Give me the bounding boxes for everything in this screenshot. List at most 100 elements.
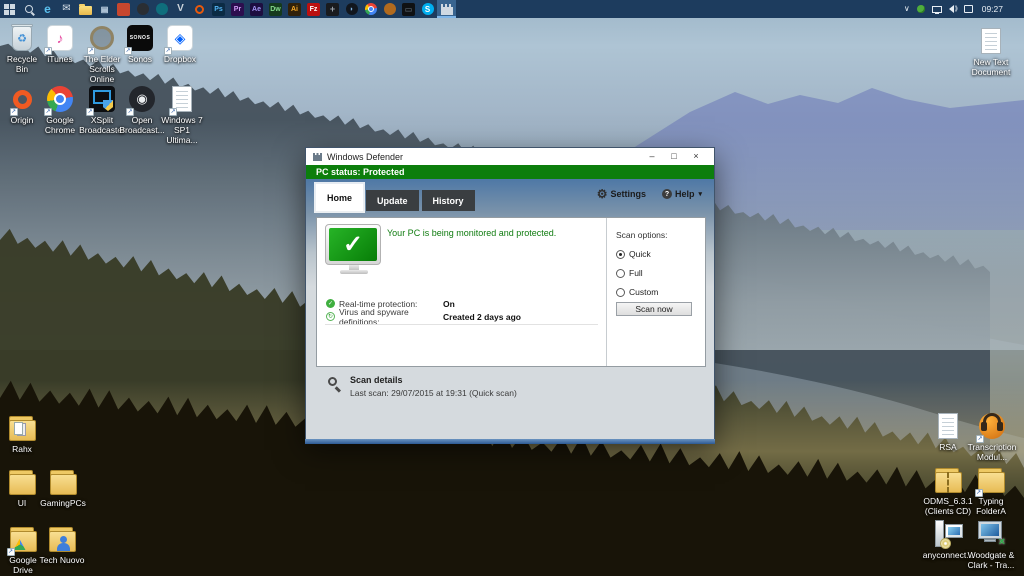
rahx-folder[interactable]: Rahx	[0, 413, 44, 455]
help-label: Help	[675, 189, 695, 199]
chevron-down-icon: ▾	[698, 190, 702, 198]
status-value: Created 2 days ago	[443, 312, 521, 322]
radio-label: Quick	[629, 249, 651, 259]
help-button[interactable]: ? Help ▾	[662, 189, 702, 199]
desktop: ♻Recycle Bin♪↗iTunes↗The Elder Scrolls O…	[0, 0, 1024, 576]
tray-expand-chevron-icon[interactable]: ∨	[904, 5, 910, 13]
desktop-icon-label: GamingPCs	[40, 499, 86, 509]
typing-foldera[interactable]: ↗Typing FolderA	[968, 465, 1014, 517]
windows-defender-taskbar-icon[interactable]	[437, 0, 456, 18]
shortcut-arrow-icon: ↗	[10, 108, 18, 116]
premiere-icon[interactable]: Pr	[228, 0, 247, 18]
radio-label: Custom	[629, 287, 658, 297]
amber-sphere-app-icon[interactable]	[380, 0, 399, 18]
radio-icon[interactable]	[616, 250, 625, 259]
file-explorer-icon[interactable]	[76, 0, 95, 18]
shortcut-arrow-icon: ↗	[86, 108, 94, 116]
shortcut-arrow-icon: ↗	[87, 47, 95, 55]
radio-icon[interactable]	[616, 269, 625, 278]
sync-circle-icon: ↻	[326, 312, 339, 321]
store-icon[interactable]: ▤	[95, 0, 114, 18]
network-icon[interactable]	[932, 6, 942, 13]
close-button[interactable]: ×	[685, 148, 707, 165]
maximize-button[interactable]: □	[663, 148, 685, 165]
windows7-sp1-shortcut[interactable]: ↗Windows 7 SP1 Ultima...	[158, 84, 206, 145]
volume-icon[interactable]: ))	[949, 5, 957, 13]
scan-now-button[interactable]: Scan now	[616, 302, 692, 316]
minimize-button[interactable]: –	[641, 148, 663, 165]
shortcut-arrow-icon: ↗	[126, 108, 134, 116]
photoshop-icon[interactable]: Ps	[209, 0, 228, 18]
dropbox-shortcut[interactable]: ◈↗Dropbox	[156, 23, 204, 65]
shortcut-arrow-icon: ↗	[44, 47, 52, 55]
tab-history[interactable]: History	[422, 190, 475, 211]
tab-update[interactable]: Update	[366, 190, 419, 211]
scan-options-group: Quick Full Custom	[616, 249, 696, 297]
mail-icon[interactable]: ✉	[57, 0, 76, 18]
rsa-document[interactable]: RSA	[924, 411, 972, 453]
search-icon[interactable]	[19, 0, 38, 18]
orange-ring-app-icon[interactable]	[190, 0, 209, 18]
crescent-app-icon[interactable]: ◗	[342, 0, 361, 18]
screen: ♻Recycle Bin♪↗iTunes↗The Elder Scrolls O…	[0, 0, 1024, 576]
desktop-icon-label: Sonos	[128, 55, 152, 65]
woodgate-clark-shortcut[interactable]: ×Woodgate & Clark - Tra...	[964, 519, 1018, 571]
new-text-document[interactable]: New Text Document	[966, 26, 1016, 78]
chrome-icon[interactable]	[361, 0, 380, 18]
shortcut-arrow-icon: ↗	[7, 548, 15, 556]
gear-icon: ⚙	[597, 188, 608, 200]
shortcut-arrow-icon: ↗	[164, 47, 172, 55]
protection-summary-pane: ✓ Your PC is being monitored and protect…	[317, 218, 606, 366]
illustrator-icon[interactable]: Ai	[285, 0, 304, 18]
scan-option-custom[interactable]: Custom	[616, 287, 696, 297]
desktop-icon-label: Rahx	[12, 445, 32, 455]
gamingpcs-folder[interactable]: GamingPCs	[38, 467, 88, 509]
pc-status-bar: PC status: Protected	[306, 165, 714, 179]
window-actions: ⚙ Settings ? Help ▾	[597, 188, 702, 200]
scan-option-full[interactable]: Full	[616, 268, 696, 278]
itunes-shortcut[interactable]: ♪↗iTunes	[38, 23, 82, 65]
filezilla-icon[interactable]: Fz	[304, 0, 323, 18]
skype-icon[interactable]: S	[418, 0, 437, 18]
scan-options-pane: Scan options: QuickFullCustom Scan now	[606, 218, 705, 366]
shortcut-arrow-icon: ↗	[975, 489, 983, 497]
tab-home[interactable]: Home	[316, 184, 363, 211]
clock[interactable]: 09:27	[982, 4, 1003, 14]
tech-nuovo-folder[interactable]: Tech Nuovo	[36, 524, 88, 566]
google-chrome-shortcut[interactable]: ↗Google Chrome	[38, 84, 82, 136]
protected-monitor-icon: ✓	[325, 224, 383, 274]
start-button[interactable]	[0, 0, 19, 18]
desktop-icon-label: Windows 7 SP1 Ultima...	[158, 116, 206, 145]
dreamweaver-icon[interactable]: Dw	[266, 0, 285, 18]
defender-castle-icon	[313, 155, 322, 161]
scan-details: Scan details Last scan: 29/07/2015 at 19…	[328, 375, 517, 398]
scan-option-quick[interactable]: Quick	[616, 249, 696, 259]
protection-status-rows: ✓Real-time protection:On↻Virus and spywa…	[326, 297, 598, 323]
after-effects-icon[interactable]: Ae	[247, 0, 266, 18]
radio-icon[interactable]	[616, 288, 625, 297]
crosshair-game-icon[interactable]: +	[323, 0, 342, 18]
orange-app-icon[interactable]	[114, 0, 133, 18]
v-app-icon[interactable]: V	[171, 0, 190, 18]
shortcut-arrow-icon: ↗	[124, 47, 132, 55]
window-titlebar[interactable]: Windows Defender – □ ×	[306, 148, 714, 165]
edge-browser-icon[interactable]: e	[38, 0, 57, 18]
tray-update-icon[interactable]	[917, 5, 925, 13]
settings-button[interactable]: ⚙ Settings	[597, 188, 646, 200]
transcription-module-shortcut[interactable]: ↗Transcription Modul...	[966, 411, 1018, 463]
window-controls: – □ ×	[641, 148, 707, 165]
settings-label: Settings	[610, 189, 646, 199]
taskbar-pinned-icons: e✉ ▤ V PsPrAeDwAiFz+◗ ▭S	[0, 0, 456, 18]
desktop-icon-label: RSA	[939, 443, 956, 453]
desktop-icon-label: Transcription Modul...	[966, 443, 1018, 463]
window-body: HomeUpdateHistory ⚙ Settings ? Help ▾	[306, 179, 714, 439]
system-tray: ∨ )) 09:27	[904, 0, 1024, 18]
action-center-icon[interactable]	[964, 5, 973, 13]
dark-sphere-app-icon[interactable]	[133, 0, 152, 18]
teal-sphere-app-icon[interactable]	[152, 0, 171, 18]
windows-defender-window: Windows Defender – □ × PC status: Protec…	[305, 147, 715, 440]
display-app-icon[interactable]: ▭	[399, 0, 418, 18]
desktop-icon-label: iTunes	[47, 55, 72, 65]
check-circle-icon: ✓	[326, 299, 339, 308]
desktop-icon-label: Google Chrome	[38, 116, 82, 136]
